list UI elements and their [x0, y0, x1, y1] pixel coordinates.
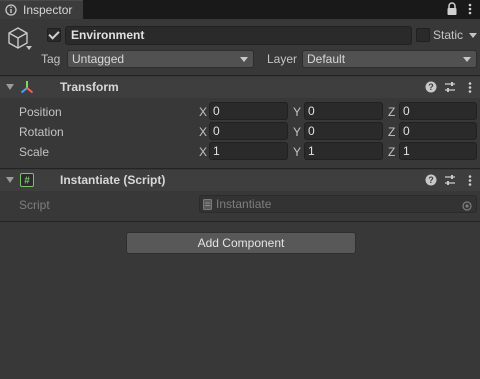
- axis-y-label[interactable]: Y: [293, 105, 301, 119]
- help-icon[interactable]: ?: [425, 174, 437, 186]
- script-file-icon: [203, 198, 212, 210]
- layer-value: Default: [307, 52, 346, 66]
- lock-icon[interactable]: [446, 2, 458, 16]
- scale-x-field[interactable]: 1: [209, 142, 288, 160]
- foldout-arrow-icon[interactable]: [6, 177, 14, 183]
- tab-label: Inspector: [23, 3, 73, 17]
- add-component-button[interactable]: Add Component: [126, 232, 356, 254]
- component-menu-icon[interactable]: [466, 81, 474, 94]
- axis-z-label[interactable]: Z: [388, 125, 395, 139]
- transform-header[interactable]: Transform ?: [0, 77, 480, 98]
- script-component-title: Instantiate (Script): [60, 173, 166, 187]
- csharp-script-icon: #: [20, 173, 34, 187]
- transform-axes-icon: [20, 80, 34, 94]
- transform-title: Transform: [60, 80, 119, 94]
- static-label[interactable]: Static: [433, 28, 463, 42]
- divider: [0, 221, 480, 222]
- tab-inspector[interactable]: Inspector: [0, 0, 83, 19]
- tab-menu-icon[interactable]: [466, 2, 474, 16]
- help-icon[interactable]: ?: [425, 81, 437, 93]
- script-object-field: Instantiate: [199, 195, 477, 213]
- static-dropdown-arrow-icon[interactable]: [469, 33, 477, 38]
- object-name-field[interactable]: Environment: [65, 26, 412, 45]
- icon-dropdown-arrow-icon[interactable]: [26, 46, 32, 50]
- object-picker-icon[interactable]: [462, 199, 472, 211]
- svg-text:?: ?: [428, 82, 434, 92]
- rotation-label: Rotation: [19, 125, 64, 139]
- script-component-header[interactable]: # Instantiate (Script) ?: [0, 170, 480, 191]
- svg-text:?: ?: [428, 175, 434, 185]
- scale-y-field[interactable]: 1: [304, 142, 383, 160]
- axis-x-label[interactable]: X: [199, 145, 207, 159]
- chevron-down-icon: [463, 57, 471, 62]
- axis-y-label[interactable]: Y: [293, 145, 301, 159]
- axis-x-label[interactable]: X: [199, 105, 207, 119]
- chevron-down-icon: [240, 57, 248, 62]
- scale-z-field[interactable]: 1: [399, 142, 477, 160]
- axis-z-label[interactable]: Z: [388, 145, 395, 159]
- tag-value: Untagged: [72, 52, 125, 66]
- active-checkbox[interactable]: [47, 28, 61, 42]
- position-z-field[interactable]: 0: [399, 102, 477, 120]
- axis-x-label[interactable]: X: [199, 125, 207, 139]
- preset-sliders-icon[interactable]: [444, 174, 456, 186]
- layer-dropdown[interactable]: Default: [302, 50, 477, 68]
- position-label: Position: [19, 105, 62, 119]
- scale-label: Scale: [19, 145, 50, 159]
- position-y-field[interactable]: 0: [304, 102, 383, 120]
- rotation-z-field[interactable]: 0: [399, 122, 477, 140]
- divider: [0, 168, 480, 169]
- position-x-field[interactable]: 0: [209, 102, 288, 120]
- axis-y-label[interactable]: Y: [293, 125, 301, 139]
- tab-bar: Inspector: [0, 0, 480, 19]
- foldout-arrow-icon[interactable]: [6, 84, 14, 90]
- tag-dropdown[interactable]: Untagged: [67, 50, 254, 68]
- rotation-y-field[interactable]: 0: [304, 122, 383, 140]
- component-menu-icon[interactable]: [466, 174, 474, 187]
- layer-label: Layer: [267, 52, 298, 66]
- script-label: Script: [19, 198, 50, 212]
- rotation-x-field[interactable]: 0: [209, 122, 288, 140]
- script-value: Instantiate: [216, 197, 272, 211]
- svg-text:#: #: [24, 176, 30, 187]
- preset-sliders-icon[interactable]: [444, 81, 456, 93]
- divider: [0, 75, 480, 76]
- static-checkbox[interactable]: [416, 28, 430, 42]
- axis-z-label[interactable]: Z: [388, 105, 395, 119]
- info-icon: [5, 4, 17, 16]
- tag-label: Tag: [41, 52, 61, 66]
